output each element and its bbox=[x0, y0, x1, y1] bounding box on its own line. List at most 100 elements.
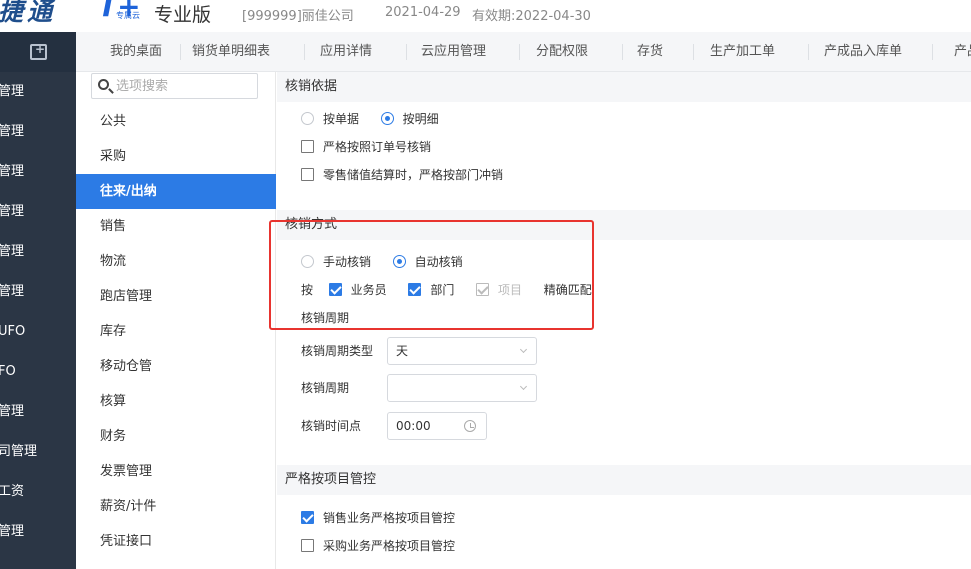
option-item-store-visit[interactable]: 跑店管理 bbox=[76, 279, 276, 314]
tab-cloud-app[interactable]: 云应用管理 bbox=[421, 32, 486, 72]
tab-production-order[interactable]: 生产加工单 bbox=[710, 32, 775, 72]
tab-sales-detail[interactable]: 销货单明细表 bbox=[192, 32, 270, 72]
tab-separator bbox=[180, 44, 181, 60]
settings-panel: 核销依据 按单据 按明细 严格按照订单号核销 零售储值结算时，严格按部门冲销 核… bbox=[277, 72, 971, 569]
tab-assign-permission[interactable]: 分配权限 bbox=[536, 32, 588, 72]
radio-label: 按单据 bbox=[323, 112, 360, 126]
cycle-type-label: 核销周期类型 bbox=[301, 344, 374, 358]
checkbox-label: 采购业务严格按项目管控 bbox=[323, 539, 456, 553]
cycle-label: 核销周期 bbox=[301, 381, 350, 395]
radio-label: 按明细 bbox=[402, 112, 439, 126]
option-search[interactable] bbox=[91, 73, 258, 99]
tab-my-desktop[interactable]: 我的桌面 bbox=[110, 32, 162, 72]
module-item[interactable]: 管理 bbox=[0, 392, 76, 432]
module-item[interactable]: 管理 bbox=[0, 112, 76, 152]
radio-circle[interactable] bbox=[380, 112, 394, 125]
option-item-common[interactable]: 公共 bbox=[76, 104, 276, 139]
brand-name: 捷通 bbox=[0, 0, 57, 26]
checkbox-department[interactable]: 部门 bbox=[408, 283, 454, 297]
option-item-mobile-warehouse[interactable]: 移动仓管 bbox=[76, 349, 276, 384]
module-sidebar-header bbox=[0, 32, 76, 72]
checkbox[interactable] bbox=[301, 140, 314, 153]
section-title-basis: 核销依据 bbox=[277, 72, 971, 102]
checkbox-label: 零售储值结算时，严格按部门冲销 bbox=[323, 168, 504, 182]
tab-separator bbox=[808, 44, 809, 60]
radio-circle[interactable] bbox=[301, 112, 314, 125]
radio-circle[interactable] bbox=[392, 255, 406, 268]
exact-match-label: 精确匹配 bbox=[543, 283, 592, 297]
checkbox-retail-dept[interactable]: 零售储值结算时，严格按部门冲销 bbox=[301, 165, 503, 185]
tab-separator bbox=[693, 44, 694, 60]
option-item-logistics[interactable]: 物流 bbox=[76, 244, 276, 279]
option-item-finance[interactable]: 财务 bbox=[76, 419, 276, 454]
module-item[interactable]: 管理 bbox=[0, 512, 76, 552]
edition-label: 专业版 bbox=[154, 4, 212, 26]
checkbox[interactable] bbox=[328, 283, 342, 296]
checkbox-label: 业务员 bbox=[350, 283, 387, 297]
radio-by-bill[interactable]: 按单据 bbox=[301, 112, 359, 126]
checkbox[interactable] bbox=[301, 168, 314, 181]
expiry-date: 有效期:2022-04-30 bbox=[472, 9, 591, 24]
option-item-invoice[interactable]: 发票管理 bbox=[76, 454, 276, 489]
checkbox-order-number[interactable]: 严格按照订单号核销 bbox=[301, 137, 431, 157]
checkbox-sales-project[interactable]: 销售业务严格按项目管控 bbox=[301, 508, 455, 528]
checkbox-purchase-project[interactable]: 采购业务严格按项目管控 bbox=[301, 536, 455, 556]
match-by-row: 按 业务员 部门 项目 精确匹配 bbox=[301, 280, 592, 300]
module-item[interactable]: 司管理 bbox=[0, 432, 76, 472]
module-item[interactable]: FO bbox=[0, 352, 76, 392]
app-window: 捷通 T+ 专属云 专业版 [999999]丽佳公司 2021-04-29 有效… bbox=[0, 0, 971, 569]
time-value: 00:00 bbox=[396, 419, 431, 433]
select-value: 天 bbox=[396, 344, 409, 358]
module-item[interactable]: 管理 bbox=[0, 72, 76, 112]
cycle-select[interactable] bbox=[387, 374, 537, 402]
tab-separator bbox=[406, 44, 407, 60]
checkbox-salesman[interactable]: 业务员 bbox=[328, 283, 387, 297]
option-item-payroll[interactable]: 薪资/计件 bbox=[76, 489, 276, 524]
cycle-subtitle: 核销周期 bbox=[301, 311, 350, 325]
tab-app-detail[interactable]: 应用详情 bbox=[320, 32, 372, 72]
options-nav: 公共 采购 往来/出纳 销售 物流 跑店管理 库存 移动仓管 核算 财务 发票管… bbox=[76, 72, 276, 569]
radio-label: 自动核销 bbox=[414, 255, 463, 269]
option-item-voucher[interactable]: 凭证接口 bbox=[76, 524, 276, 559]
module-item[interactable]: 管理 bbox=[0, 192, 76, 232]
add-window-icon[interactable] bbox=[30, 42, 47, 60]
checkbox[interactable] bbox=[301, 539, 314, 552]
checkbox-label: 部门 bbox=[430, 283, 455, 297]
option-item-accounting[interactable]: 核算 bbox=[76, 384, 276, 419]
tab-inventory[interactable]: 存货 bbox=[637, 32, 663, 72]
option-item-receivables[interactable]: 往来/出纳 bbox=[76, 174, 276, 209]
module-item[interactable]: 管理 bbox=[0, 272, 76, 312]
company-name[interactable]: [999999]丽佳公司 bbox=[242, 5, 354, 24]
tab-separator bbox=[519, 44, 520, 60]
method-radio-group: 手动核销 自动核销 bbox=[301, 252, 463, 272]
tab-strip: 我的桌面 销货单明细表 应用详情 云应用管理 分配权限 存货 生产加工单 产成品… bbox=[76, 32, 971, 72]
search-input[interactable] bbox=[116, 76, 254, 96]
time-point-label: 核销时间点 bbox=[301, 419, 362, 433]
checkbox-project: 项目 bbox=[476, 283, 522, 297]
radio-by-detail[interactable]: 按明细 bbox=[380, 112, 439, 126]
tab-finished-goods[interactable]: 产成品入库单 bbox=[824, 32, 902, 72]
checkbox[interactable] bbox=[408, 283, 422, 296]
module-item[interactable]: UFO bbox=[0, 312, 76, 352]
section-title-project: 严格按项目管控 bbox=[277, 465, 971, 495]
radio-auto[interactable]: 自动核销 bbox=[392, 255, 463, 269]
checkbox-label: 销售业务严格按项目管控 bbox=[323, 511, 456, 525]
option-item-stock[interactable]: 库存 bbox=[76, 314, 276, 349]
checkbox[interactable] bbox=[301, 511, 314, 524]
option-item-sales[interactable]: 销售 bbox=[76, 209, 276, 244]
tab-separator bbox=[932, 44, 933, 60]
logo-subtext: 专属云 bbox=[116, 11, 140, 20]
radio-manual[interactable]: 手动核销 bbox=[301, 255, 371, 269]
radio-circle[interactable] bbox=[301, 255, 314, 268]
module-item[interactable]: 管理 bbox=[0, 232, 76, 272]
chevron-down-icon bbox=[519, 345, 528, 354]
module-item[interactable]: 工资 bbox=[0, 472, 76, 512]
module-item[interactable]: 管理 bbox=[0, 152, 76, 192]
cycle-type-select[interactable]: 天 bbox=[387, 337, 537, 365]
time-point-input[interactable]: 00:00 bbox=[387, 412, 487, 440]
by-label: 按 bbox=[301, 283, 314, 297]
tab-product[interactable]: 产品 bbox=[954, 32, 971, 72]
module-sidebar: 管理 管理 管理 管理 管理 管理 UFO FO 管理 司管理 工资 管理 bbox=[0, 32, 76, 569]
search-icon bbox=[98, 79, 109, 90]
option-item-purchase[interactable]: 采购 bbox=[76, 139, 276, 174]
